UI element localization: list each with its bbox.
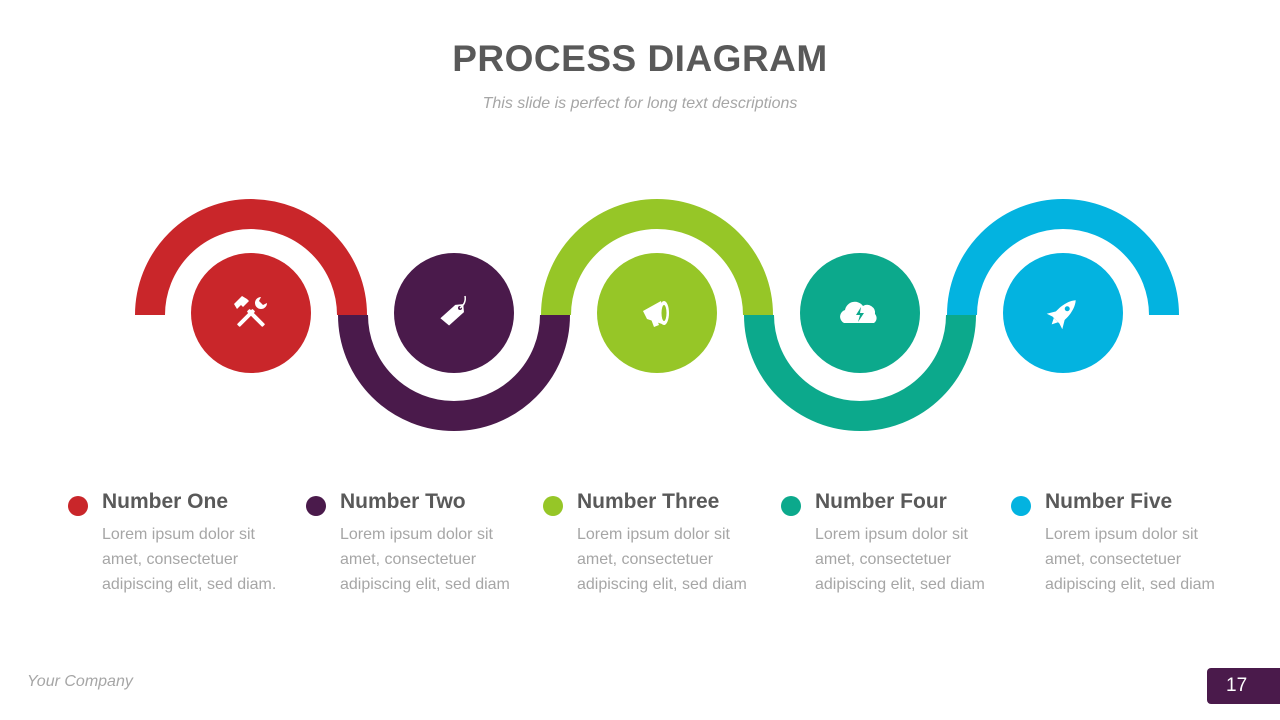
- page-number-badge: 17: [1207, 668, 1280, 704]
- step-2-bullet: [306, 496, 326, 516]
- step-1-description: Lorem ipsum dolor sit amet, consectetuer…: [102, 526, 277, 593]
- step-1-heading: Number One: [102, 490, 229, 513]
- step-2-heading: Number Two: [340, 490, 466, 513]
- step-4-heading: Number Four: [815, 490, 947, 513]
- step-5-description: Lorem ipsum dolor sit amet, consectetuer…: [1045, 526, 1215, 593]
- step-2-description: Lorem ipsum dolor sit amet, consectetuer…: [340, 526, 510, 593]
- process-wave-diagram: [135, 199, 1179, 431]
- step-4-bullet: [781, 496, 801, 516]
- company-name: Your Company: [27, 673, 133, 690]
- step-5-heading: Number Five: [1045, 490, 1173, 513]
- step-1-bullet: [68, 496, 88, 516]
- step-3-description: Lorem ipsum dolor sit amet, consectetuer…: [577, 526, 747, 593]
- step-3-heading: Number Three: [577, 490, 720, 513]
- step-5-bullet: [1011, 496, 1031, 516]
- step-4-description: Lorem ipsum dolor sit amet, consectetuer…: [815, 526, 985, 593]
- step-3-bullet: [543, 496, 563, 516]
